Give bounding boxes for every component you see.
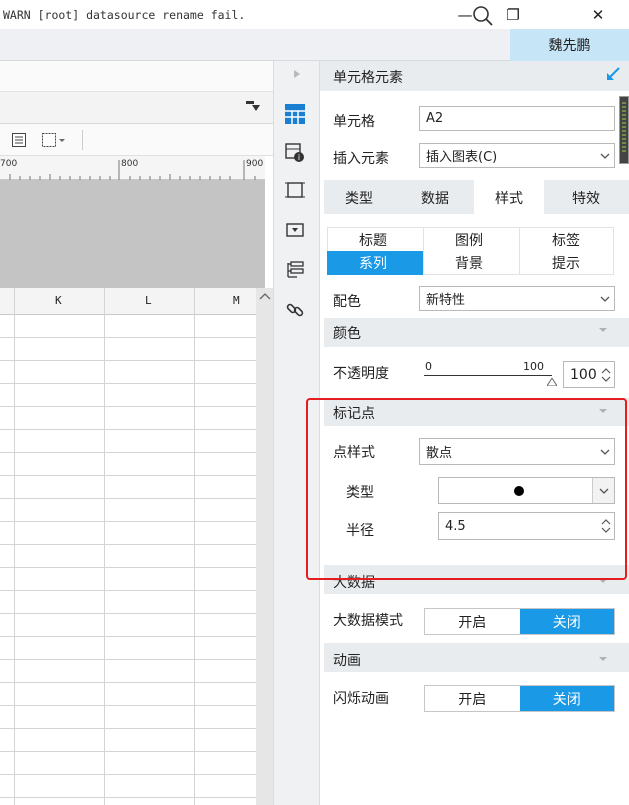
sub-tab-divider (519, 227, 520, 275)
editor-header (0, 61, 273, 92)
grid-icon[interactable] (282, 101, 308, 127)
cell-value: A2 (426, 111, 444, 126)
insert-element-select[interactable]: 插入图表(C) (419, 143, 615, 168)
tab-style[interactable]: 样式 (495, 188, 523, 208)
collapse-icon[interactable] (605, 66, 621, 82)
cell-input[interactable]: A2 (419, 106, 615, 131)
section-title: 单元格元素 (333, 70, 403, 86)
link-icon[interactable] (282, 297, 308, 323)
palette-label: 配色 (333, 294, 361, 310)
border-dropdown-icon[interactable] (42, 133, 72, 147)
highlight-box (306, 398, 627, 580)
toggle-off-option[interactable]: 关闭 (519, 609, 614, 634)
color-section[interactable] (324, 318, 629, 347)
toggle-off-option[interactable]: 关闭 (519, 686, 614, 711)
toolbar-divider (82, 130, 83, 150)
dropdown-box-icon[interactable] (282, 217, 308, 243)
animation-section-title: 动画 (333, 653, 361, 669)
panel-resize-handle[interactable] (619, 96, 629, 164)
close-button[interactable]: ✕ (575, 0, 621, 29)
bigdata-mode-label: 大数据模式 (333, 613, 403, 629)
tab-data[interactable]: 数据 (421, 188, 449, 208)
sheet-column-header (0, 288, 265, 315)
toggle-on-option[interactable]: 开启 (425, 686, 520, 711)
column-header-m[interactable]: M (233, 294, 240, 307)
column-header-l[interactable]: L (145, 294, 152, 307)
opacity-slider-thumb[interactable] (546, 375, 558, 387)
palette-select[interactable]: 新特性 (419, 286, 615, 311)
opacity-label: 不透明度 (333, 366, 389, 382)
opacity-max: 100 (523, 360, 544, 373)
maximize-button[interactable]: ❐ (490, 0, 536, 29)
insert-element-label: 插入元素 (333, 151, 389, 167)
frame-icon[interactable] (282, 177, 308, 203)
expand-arrow-icon[interactable] (292, 68, 302, 80)
tab-effects[interactable]: 特效 (572, 188, 600, 208)
opacity-value: 100 (570, 366, 597, 383)
animation-section[interactable] (324, 643, 629, 672)
editor-toolbar (0, 124, 273, 156)
grid-column-line (104, 288, 105, 805)
insert-element-value: 插入图表(C) (426, 150, 498, 165)
grid-column-line (14, 288, 15, 805)
search-icon[interactable] (470, 3, 496, 29)
chevron-down-icon (596, 287, 614, 310)
ruler-mark: 700 (0, 159, 18, 169)
user-button[interactable]: 魏先鹏 (510, 29, 629, 61)
palette-value: 新特性 (426, 293, 466, 308)
spinner-icon[interactable] (598, 362, 614, 387)
subtab-title[interactable]: 标题 (359, 230, 387, 250)
scroll-up-icon[interactable] (256, 291, 273, 305)
opacity-min: 0 (425, 360, 432, 373)
widget-icon[interactable]: i (282, 140, 308, 166)
flash-animation-label: 闪烁动画 (333, 691, 389, 707)
tab-type[interactable]: 类型 (345, 188, 373, 208)
log-message: WARN [root] datasource rename fail. (3, 8, 246, 22)
canvas-gray-area (0, 180, 265, 288)
toggle-on-option[interactable]: 开启 (425, 609, 520, 634)
vertical-scrollbar[interactable] (256, 288, 273, 805)
list-icon[interactable] (12, 133, 26, 147)
ruler-mark: 900 (246, 159, 264, 169)
column-header-k[interactable]: K (55, 294, 62, 307)
maximize-icon: ❐ (506, 5, 520, 24)
ruler-mark: 800 (121, 159, 139, 169)
svg-text:i: i (298, 153, 300, 162)
subtab-tooltip[interactable]: 提示 (552, 253, 580, 273)
editor-subheader (0, 92, 273, 124)
flash-animation-toggle[interactable]: 开启 关闭 (424, 685, 615, 712)
user-name: 魏先鹏 (548, 38, 591, 54)
sub-tab-divider (423, 227, 424, 275)
panel-pin-icon[interactable] (246, 101, 260, 113)
subtab-series[interactable]: 系列 (359, 253, 387, 273)
expand-section-icon[interactable] (598, 325, 608, 336)
opacity-input[interactable]: 100 (563, 361, 615, 388)
expand-section-icon[interactable] (598, 654, 608, 665)
bigdata-mode-toggle[interactable]: 开启 关闭 (424, 608, 615, 635)
subtab-label[interactable]: 标签 (552, 230, 580, 250)
grid-column-line (194, 288, 195, 805)
cell-label: 单元格 (333, 114, 375, 130)
color-section-title: 颜色 (333, 326, 361, 342)
opacity-slider-track[interactable] (424, 375, 552, 376)
sheet-grid[interactable] (0, 315, 256, 805)
chevron-down-icon (596, 144, 614, 167)
tree-icon[interactable] (282, 257, 308, 283)
subtab-legend[interactable]: 图例 (455, 230, 483, 250)
subtab-background[interactable]: 背景 (455, 253, 483, 273)
close-icon: ✕ (591, 5, 605, 24)
